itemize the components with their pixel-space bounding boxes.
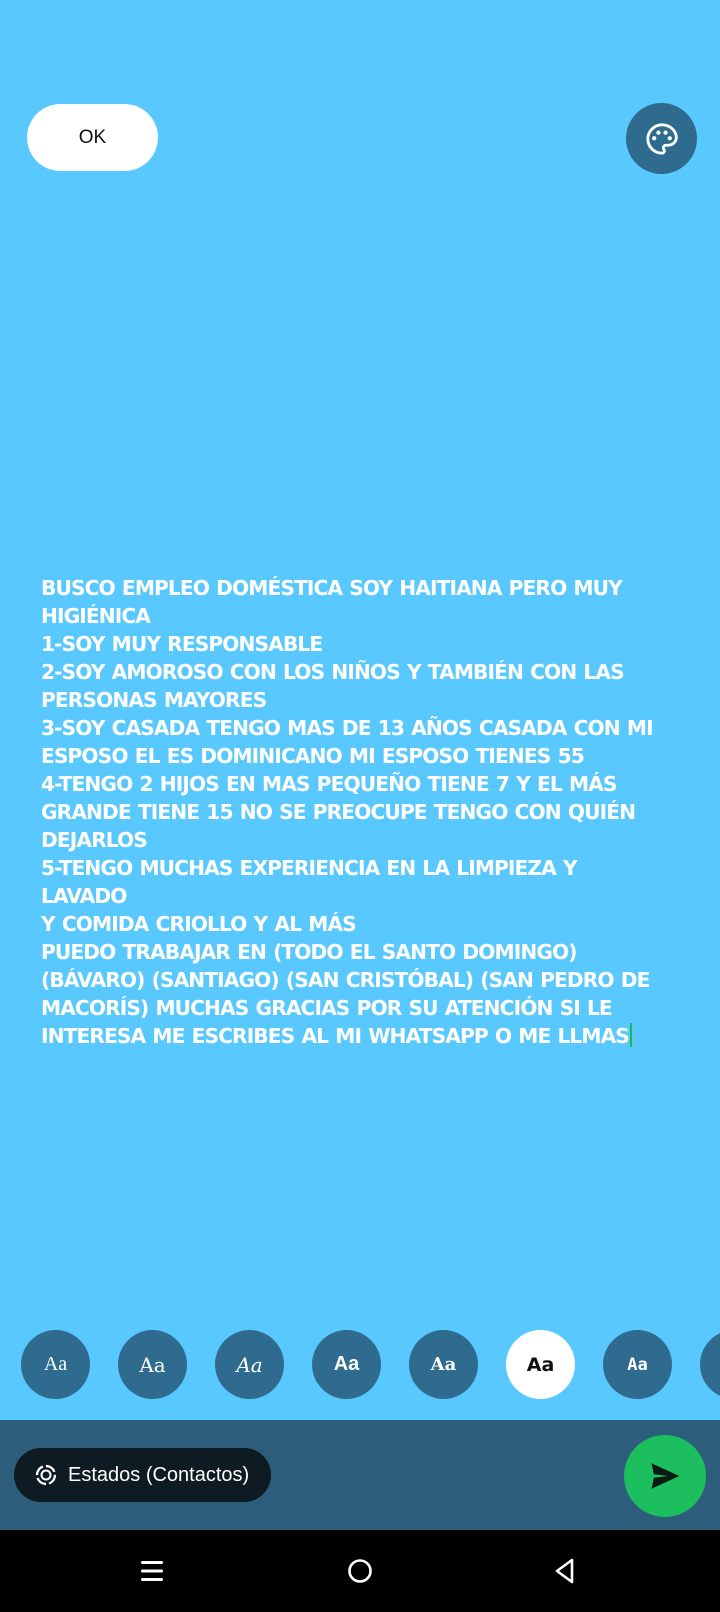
status-text-line: PERSONAS MAYORES	[41, 688, 267, 712]
status-text-line: GRANDE TIENE 15 NO SE PREOCUPE TENGO CON…	[41, 800, 636, 824]
font-option-2[interactable]: Aa	[118, 1330, 187, 1399]
home-button[interactable]	[315, 1530, 405, 1612]
font-option-3[interactable]: Aa	[215, 1330, 284, 1399]
font-option-7[interactable]: Aa	[603, 1330, 672, 1399]
font-option-1[interactable]: Aa	[21, 1330, 90, 1399]
palette-button[interactable]	[626, 103, 697, 174]
ok-button[interactable]: OK	[27, 104, 158, 171]
font-option-8[interactable]: Aa	[700, 1330, 720, 1399]
status-text-line: INTERESA ME ESCRIBES AL MI WHATSAPP O ME…	[41, 1024, 630, 1048]
status-text-line: 1-SOY MUY RESPONSABLE	[41, 632, 323, 656]
status-text-line: BUSCO EMPLEO DOMÉSTICA SOY HAITIANA PERO…	[41, 576, 623, 600]
status-audience-chip[interactable]: Estados (Contactos)	[14, 1448, 272, 1502]
send-icon	[647, 1458, 683, 1494]
text-caret	[629, 1023, 632, 1047]
system-navigation-bar	[0, 1530, 720, 1612]
status-ring-icon	[34, 1463, 58, 1487]
font-style-picker: Aa Aa Aa Aa Aa Aa Aa Aa	[0, 1330, 720, 1400]
status-text-line: 5-TENGO MUCHAS EXPERIENCIA EN LA LIMPIEZ…	[41, 856, 578, 880]
font-option-6-selected[interactable]: Aa	[506, 1330, 575, 1399]
home-icon	[346, 1557, 374, 1585]
palette-icon	[645, 122, 679, 156]
status-text-line: 2-SOY AMOROSO CON LOS NIÑOS Y TAMBIÉN CO…	[41, 660, 625, 684]
status-text-line: 4-TENGO 2 HIJOS EN MAS PEQUEÑO TIENE 7 Y…	[41, 772, 617, 796]
send-button[interactable]	[624, 1435, 706, 1517]
recents-button[interactable]	[107, 1530, 197, 1612]
status-text-line: MACORÍS) MUCHAS GRACIAS POR SU ATENCIÓN …	[41, 996, 613, 1020]
back-icon	[552, 1557, 578, 1585]
status-text-line: (BÁVARO) (SANTIAGO) (SAN CRISTÓBAL) (SAN…	[41, 968, 650, 992]
status-text-line: 3-SOY CASADA TENGO MAS DE 13 AÑOS CASADA…	[41, 716, 654, 740]
status-audience-label: Estados (Contactos)	[68, 1463, 250, 1486]
back-button[interactable]	[520, 1530, 610, 1612]
status-text-line: PUEDO TRABAJAR EN (TODO EL SANTO DOMINGO…	[41, 940, 577, 964]
status-text-line: DEJARLOS	[41, 828, 148, 852]
status-text-line: Y COMIDA CRIOLLO Y AL MÁS	[41, 912, 357, 936]
status-text-editor[interactable]: BUSCO EMPLEO DOMÉSTICA SOY HAITIANA PERO…	[41, 574, 681, 1050]
status-text-last-line: INTERESA ME ESCRIBES AL MI WHATSAPP O ME…	[41, 1022, 681, 1050]
status-text-line: HIGIÉNICA	[41, 604, 151, 628]
font-option-4[interactable]: Aa	[312, 1330, 381, 1399]
bottom-bar: Estados (Contactos)	[0, 1420, 720, 1530]
font-option-5[interactable]: Aa	[409, 1330, 478, 1399]
status-text-line: ESPOSO EL ES DOMINICANO MI ESPOSO TIENES…	[41, 744, 585, 768]
status-text-line: LAVADO	[41, 884, 127, 908]
recents-icon	[139, 1558, 165, 1584]
